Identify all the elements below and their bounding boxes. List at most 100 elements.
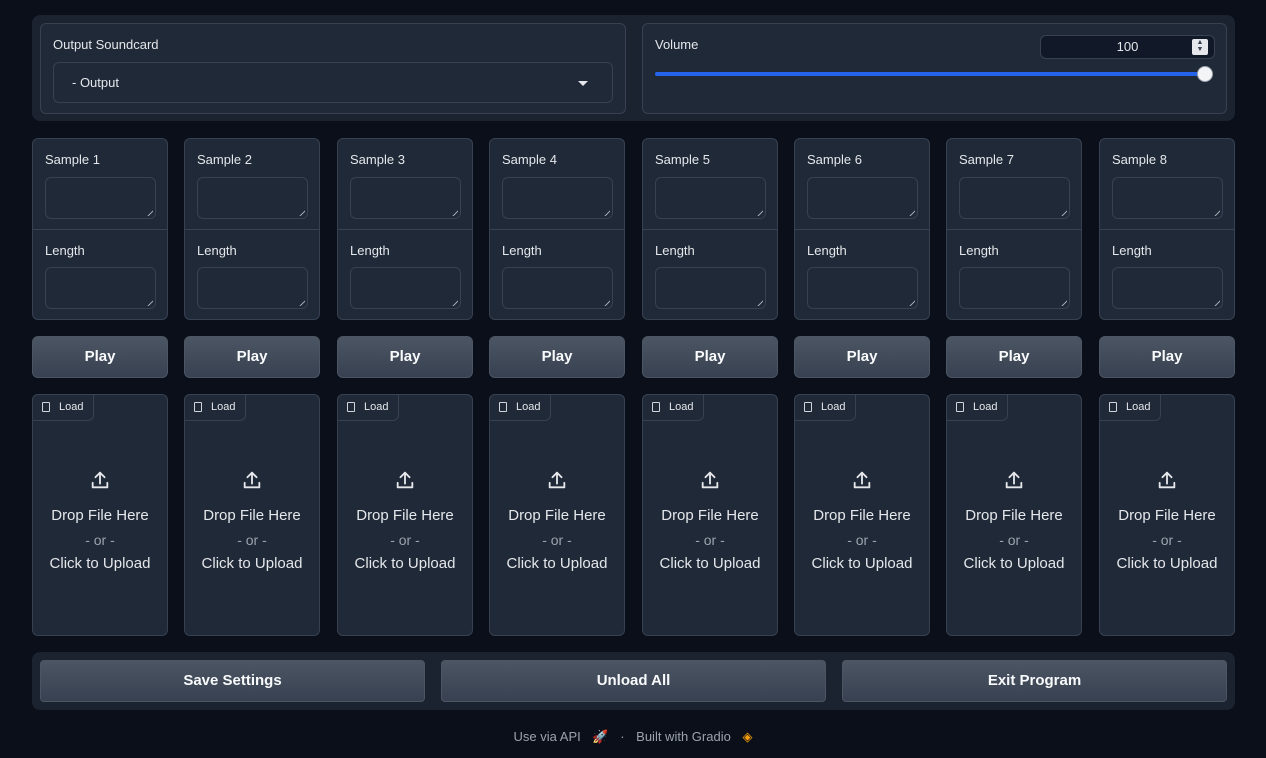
resize-handle-icon[interactable] [753, 296, 763, 306]
resize-handle-icon[interactable] [905, 296, 915, 306]
resize-handle-icon[interactable] [1057, 296, 1067, 306]
sample-label: Sample 6 [807, 152, 862, 167]
save-settings-button[interactable]: Save Settings [40, 660, 425, 702]
length-textbox[interactable] [45, 267, 156, 309]
length-label: Length [807, 243, 847, 258]
or-text: - or - [85, 532, 115, 548]
length-textbox[interactable] [350, 267, 461, 309]
file-icon [347, 402, 355, 412]
play-button[interactable]: Play [337, 336, 473, 378]
load-label: Load [1126, 401, 1151, 413]
divider [490, 229, 624, 230]
sample-label: Sample 8 [1112, 152, 1167, 167]
resize-handle-icon[interactable] [753, 206, 763, 216]
sample-label: Sample 7 [959, 152, 1014, 167]
resize-handle-icon[interactable] [295, 206, 305, 216]
load-tag: Load [946, 394, 1008, 421]
volume-number-input[interactable]: 100 ▲ ▼ [1040, 35, 1215, 59]
file-upload-dropzone[interactable]: Load Drop File Here - or - Click to Uplo… [489, 394, 625, 636]
resize-handle-icon[interactable] [905, 206, 915, 216]
length-textbox[interactable] [502, 267, 613, 309]
sample-textbox[interactable] [350, 177, 461, 219]
load-label: Load [669, 401, 694, 413]
play-button[interactable]: Play [642, 336, 778, 378]
resize-handle-icon[interactable] [448, 296, 458, 306]
sample-textbox[interactable] [807, 177, 918, 219]
resize-handle-icon[interactable] [1057, 206, 1067, 216]
load-tag: Load [1099, 394, 1161, 421]
chevron-down-icon [578, 81, 588, 86]
file-icon [499, 402, 507, 412]
length-textbox[interactable] [197, 267, 308, 309]
play-button[interactable]: Play [946, 336, 1082, 378]
resize-handle-icon[interactable] [1210, 206, 1220, 216]
drop-file-text: Drop File Here [813, 507, 911, 524]
file-upload-dropzone[interactable]: Load Drop File Here - or - Click to Uplo… [184, 394, 320, 636]
or-text: - or - [237, 532, 267, 548]
sample-textbox[interactable] [197, 177, 308, 219]
file-upload-dropzone[interactable]: Load Drop File Here - or - Click to Uplo… [642, 394, 778, 636]
length-label: Length [502, 243, 542, 258]
resize-handle-icon[interactable] [143, 296, 153, 306]
click-to-upload-text: Click to Upload [659, 555, 761, 572]
sample-card: Sample 6 Length [794, 138, 930, 320]
volume-block: Volume 100 ▲ ▼ [642, 23, 1227, 114]
sample-textbox[interactable] [45, 177, 156, 219]
file-upload-dropzone[interactable]: Load Drop File Here - or - Click to Uplo… [794, 394, 930, 636]
file-upload-dropzone[interactable]: Load Drop File Here - or - Click to Uplo… [337, 394, 473, 636]
file-upload-dropzone[interactable]: Load Drop File Here - or - Click to Uplo… [32, 394, 168, 636]
sample-card: Sample 2 Length [184, 138, 320, 320]
unload-all-button[interactable]: Unload All [441, 660, 826, 702]
soundcard-block: Output Soundcard - Output [40, 23, 626, 114]
sample-textbox[interactable] [655, 177, 766, 219]
length-label: Length [959, 243, 999, 258]
resize-handle-icon[interactable] [448, 206, 458, 216]
file-upload-dropzone[interactable]: Load Drop File Here - or - Click to Uplo… [1099, 394, 1235, 636]
drop-file-text: Drop File Here [356, 507, 454, 524]
resize-handle-icon[interactable] [295, 296, 305, 306]
built-with-gradio-link[interactable]: Built with Gradio [636, 729, 731, 744]
play-button[interactable]: Play [32, 336, 168, 378]
resize-handle-icon[interactable] [143, 206, 153, 216]
use-via-api-link[interactable]: Use via API [514, 729, 581, 744]
soundcard-dropdown[interactable]: - Output [53, 62, 613, 103]
exit-program-button[interactable]: Exit Program [842, 660, 1227, 702]
length-textbox[interactable] [807, 267, 918, 309]
or-text: - or - [542, 532, 572, 548]
sample-card: Sample 5 Length [642, 138, 778, 320]
sample-card: Sample 3 Length [337, 138, 473, 320]
sample-textbox[interactable] [502, 177, 613, 219]
load-label: Load [516, 401, 541, 413]
load-tag: Load [32, 394, 94, 421]
sample-card: Sample 1 Length [32, 138, 168, 320]
drop-file-text: Drop File Here [51, 507, 149, 524]
divider [33, 229, 167, 230]
resize-handle-icon[interactable] [1210, 296, 1220, 306]
volume-value: 100 [1116, 39, 1139, 54]
file-icon [1109, 402, 1117, 412]
file-upload-dropzone[interactable]: Load Drop File Here - or - Click to Uplo… [946, 394, 1082, 636]
resize-handle-icon[interactable] [600, 206, 610, 216]
click-to-upload-text: Click to Upload [49, 555, 151, 572]
load-tag: Load [794, 394, 856, 421]
file-icon [804, 402, 812, 412]
length-textbox[interactable] [959, 267, 1070, 309]
volume-slider-track[interactable] [655, 72, 1209, 76]
sample-card: Sample 4 Length [489, 138, 625, 320]
play-button[interactable]: Play [184, 336, 320, 378]
file-icon [42, 402, 50, 412]
length-textbox[interactable] [655, 267, 766, 309]
play-button[interactable]: Play [489, 336, 625, 378]
play-button[interactable]: Play [1099, 336, 1235, 378]
resize-handle-icon[interactable] [600, 296, 610, 306]
soundcard-label: Output Soundcard [53, 37, 159, 52]
spinner-icon[interactable]: ▲ ▼ [1192, 39, 1208, 55]
volume-slider-handle[interactable] [1197, 66, 1213, 82]
length-textbox[interactable] [1112, 267, 1223, 309]
drop-file-text: Drop File Here [661, 507, 759, 524]
footer: Use via API 🚀 · Built with Gradio ◈ [0, 729, 1266, 745]
play-button[interactable]: Play [794, 336, 930, 378]
load-label: Load [211, 401, 236, 413]
sample-textbox[interactable] [959, 177, 1070, 219]
sample-textbox[interactable] [1112, 177, 1223, 219]
